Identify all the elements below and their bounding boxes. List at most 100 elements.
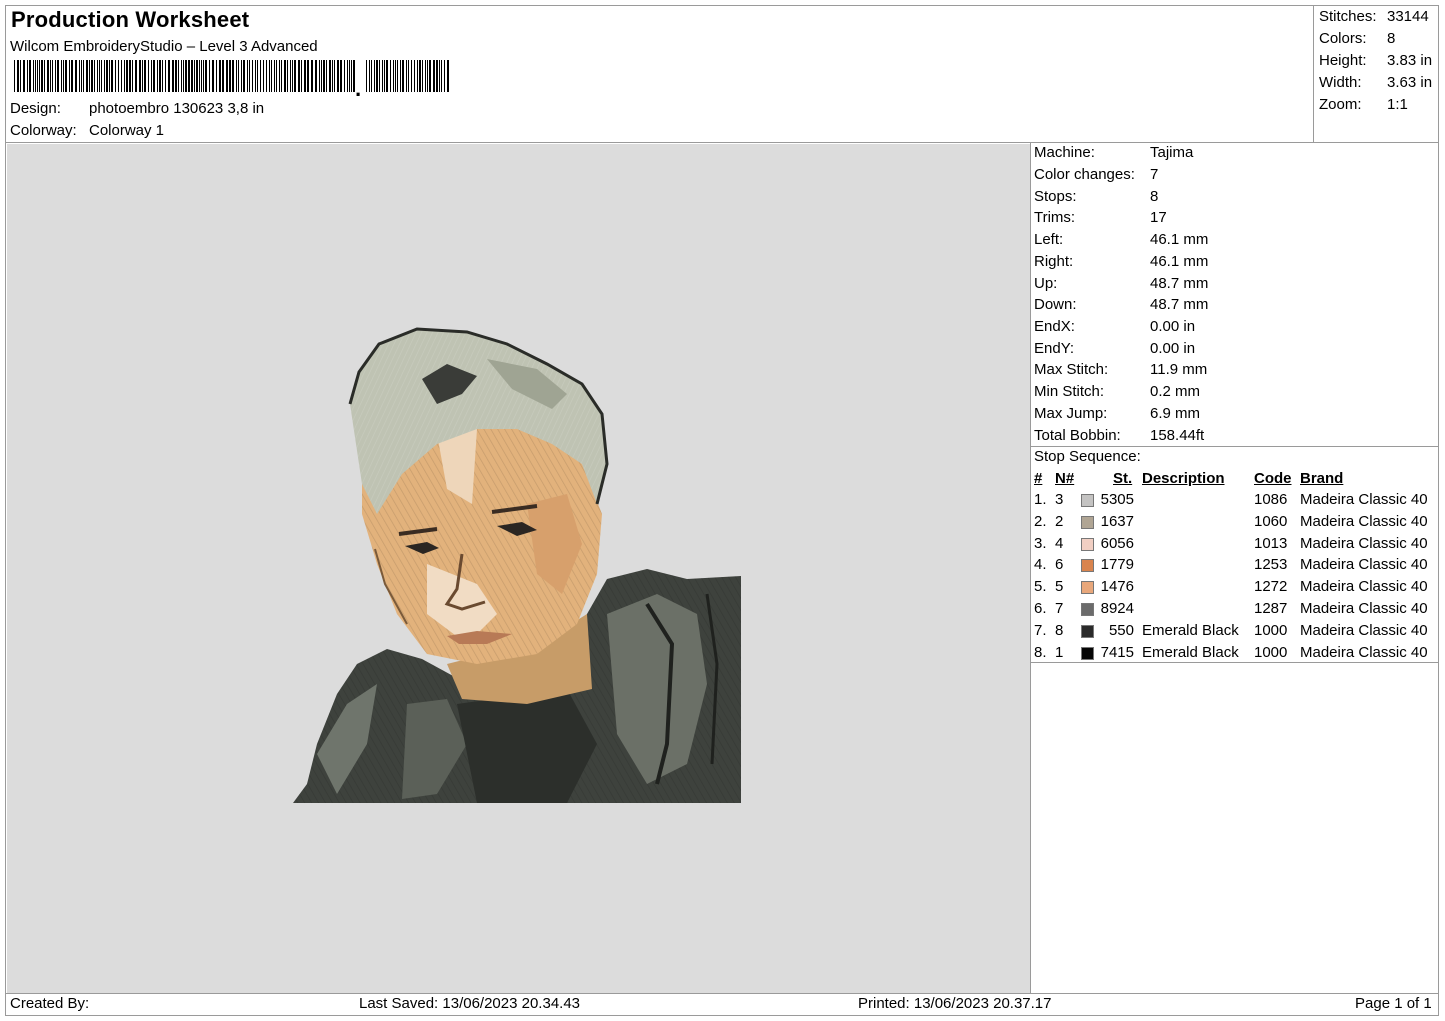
row-stitches: 8924 xyxy=(1100,600,1134,617)
stat-zoom: Zoom: 1:1 xyxy=(1319,96,1408,113)
row-num: 8. xyxy=(1034,643,1047,661)
row-brand: Madeira Classic 40 xyxy=(1300,600,1428,617)
row-needle: 3 xyxy=(1055,491,1064,508)
row-num: 5. xyxy=(1034,578,1047,596)
row-description: Emerald Black xyxy=(1142,643,1239,661)
col-header-code: Code xyxy=(1254,470,1292,487)
row-stitches: 1779 xyxy=(1100,556,1134,574)
machine-row: Total Bobbin: 158.44ft xyxy=(1034,427,1205,444)
machine-row: Max Stitch: 11.9 mm xyxy=(1034,361,1208,378)
machine-row: Color changes: 7 xyxy=(1034,166,1159,183)
color-swatch xyxy=(1081,559,1094,573)
created-by: Created By: xyxy=(10,995,90,1012)
row-num: 2. xyxy=(1034,512,1047,530)
row-code: 1000 xyxy=(1254,643,1288,661)
row-num: 3. xyxy=(1034,534,1047,552)
row-needle: 5 xyxy=(1055,578,1064,596)
row-code: 1287 xyxy=(1254,600,1288,617)
color-swatch xyxy=(1081,537,1094,551)
row-stitches: 7415 xyxy=(1100,643,1134,661)
row-brand: Madeira Classic 40 xyxy=(1300,491,1428,508)
row-num: 4. xyxy=(1034,556,1047,574)
color-swatch xyxy=(1081,624,1094,638)
machine-row: Trims: 17 xyxy=(1034,209,1167,226)
row-stitches: 6056 xyxy=(1100,534,1134,552)
machine-row: Right: 46.1 mm xyxy=(1034,253,1209,270)
table-row: 1. 3 5305 1086 Madeira Classic 40 xyxy=(1030,491,1438,513)
stat-height: Height: 3.83 in xyxy=(1319,52,1433,69)
row-description: Emerald Black xyxy=(1142,621,1239,639)
row-needle: 1 xyxy=(1055,643,1064,661)
design-label: Design: xyxy=(10,100,61,117)
row-code: 1000 xyxy=(1254,621,1288,639)
row-stitches: 5305 xyxy=(1100,491,1134,508)
row-code: 1013 xyxy=(1254,534,1288,552)
row-code: 1086 xyxy=(1254,491,1288,508)
row-brand: Madeira Classic 40 xyxy=(1300,512,1428,530)
page-number: Page 1 of 1 xyxy=(1355,995,1432,1012)
table-row: 3. 4 6056 1013 Madeira Classic 40 xyxy=(1030,535,1438,557)
machine-row: Up: 48.7 mm xyxy=(1034,275,1209,292)
col-header-num: # xyxy=(1034,470,1043,487)
color-swatch xyxy=(1081,515,1094,529)
row-needle: 6 xyxy=(1055,556,1064,574)
colorway-label: Colorway: xyxy=(10,122,77,139)
barcode: , xyxy=(14,60,449,96)
machine-row: Down: 48.7 mm xyxy=(1034,296,1209,313)
row-needle: 7 xyxy=(1055,600,1064,617)
row-brand: Madeira Classic 40 xyxy=(1300,534,1428,552)
divider xyxy=(1030,446,1439,447)
machine-row: Stops: 8 xyxy=(1034,188,1159,205)
last-saved: Last Saved: 13/06/2023 20.34.43 xyxy=(359,995,581,1012)
stat-width: Width: 3.63 in xyxy=(1319,74,1433,91)
row-brand: Madeira Classic 40 xyxy=(1300,643,1428,661)
row-num: 6. xyxy=(1034,600,1047,617)
software-name: Wilcom EmbroideryStudio – Level 3 Advanc… xyxy=(10,38,318,55)
table-row: 6. 7 8924 1287 Madeira Classic 40 xyxy=(1030,600,1438,622)
machine-row: Min Stitch: 0.2 mm xyxy=(1034,383,1201,400)
row-needle: 4 xyxy=(1055,534,1064,552)
row-needle: 2 xyxy=(1055,512,1064,530)
design-preview xyxy=(7,144,1030,993)
colorway-value: Colorway 1 xyxy=(89,122,165,139)
col-header-st: St. xyxy=(1113,470,1133,487)
divider xyxy=(1313,5,1314,142)
row-code: 1272 xyxy=(1254,578,1288,596)
row-stitches: 550 xyxy=(1108,621,1134,639)
table-row: 4. 6 1779 1253 Madeira Classic 40 xyxy=(1030,556,1438,578)
table-row: 7. 8 550 Emerald Black 1000 Madeira Classic 4… xyxy=(1030,622,1438,644)
machine-row: Left: 46.1 mm xyxy=(1034,231,1209,248)
row-num: 1. xyxy=(1034,491,1047,508)
row-code: 1060 xyxy=(1254,512,1288,530)
machine-row: Machine: Tajima xyxy=(1034,144,1194,161)
table-row: 2. 2 1637 1060 Madeira Classic 40 xyxy=(1030,513,1438,535)
row-num: 7. xyxy=(1034,621,1047,639)
row-needle: 8 xyxy=(1055,621,1064,639)
divider xyxy=(5,993,1439,994)
col-header-description: Description xyxy=(1142,470,1225,487)
embroidery-portrait xyxy=(293,327,741,803)
color-swatch xyxy=(1081,646,1094,660)
row-brand: Madeira Classic 40 xyxy=(1300,556,1428,574)
design-value: photoembro 130623 3,8 in xyxy=(89,100,265,117)
row-stitches: 1637 xyxy=(1100,512,1134,530)
row-brand: Madeira Classic 40 xyxy=(1300,578,1428,596)
page-title: Production Worksheet xyxy=(11,7,250,32)
stat-stitches: Stitches: 33144 xyxy=(1319,8,1429,25)
machine-row: Max Jump: 6.9 mm xyxy=(1034,405,1201,422)
printed-date: Printed: 13/06/2023 20.37.17 xyxy=(858,995,1052,1012)
table-row: 5. 5 1476 1272 Madeira Classic 40 xyxy=(1030,578,1438,600)
machine-row: EndX: 0.00 in xyxy=(1034,318,1196,335)
color-swatch xyxy=(1081,494,1094,507)
stat-colors: Colors: 8 xyxy=(1319,30,1396,47)
svg-text:,: , xyxy=(355,76,361,96)
table-row: 8. 1 7415 Emerald Black 1000 Madeira Classic … xyxy=(1030,644,1438,666)
row-stitches: 1476 xyxy=(1100,578,1134,596)
col-header-brand: Brand xyxy=(1300,470,1344,487)
divider xyxy=(5,142,1439,143)
machine-row: EndY: 0.00 in xyxy=(1034,340,1196,357)
col-header-n: N# xyxy=(1055,470,1075,487)
color-swatch xyxy=(1081,603,1094,616)
stop-sequence-title: Stop Sequence: xyxy=(1034,448,1141,465)
row-code: 1253 xyxy=(1254,556,1288,574)
